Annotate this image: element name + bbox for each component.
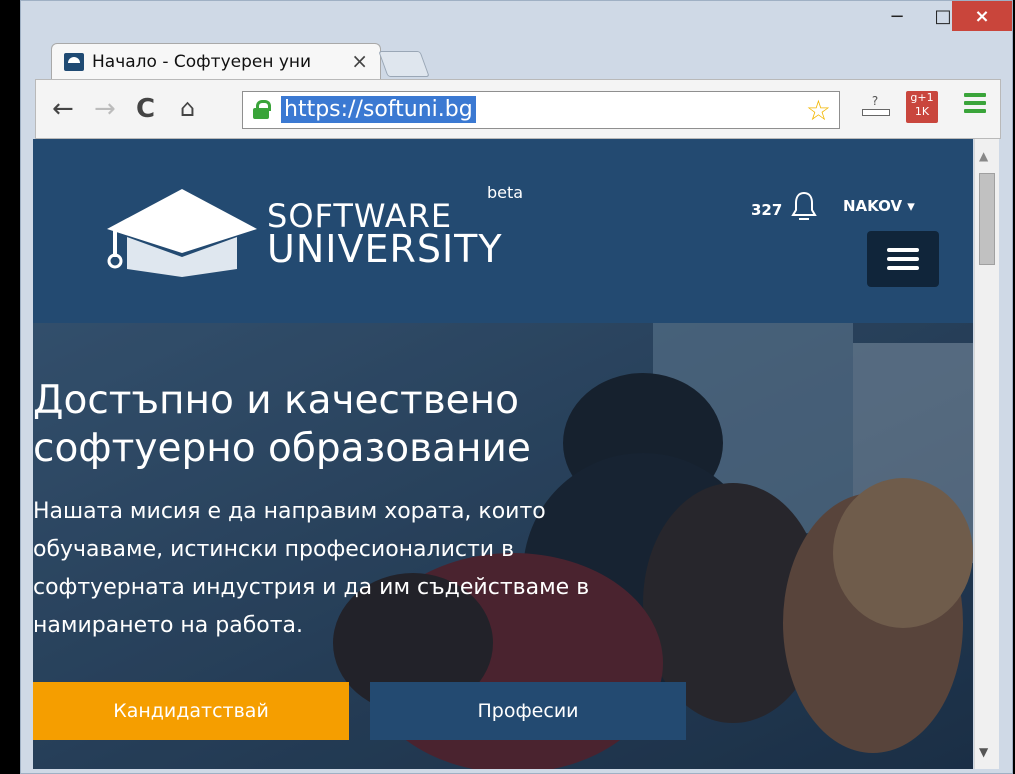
address-bar[interactable]: https://softuni.bg ☆ — [242, 91, 840, 129]
title-bar: Начало - Софтуерен уни × − □ × — [21, 1, 1012, 81]
beta-label: beta — [487, 183, 524, 202]
site-header: SOFTWARE UNIVERSITY beta 327 NAKOV ▾ — [33, 139, 973, 323]
close-window-button[interactable]: × — [952, 1, 1012, 31]
apply-button[interactable]: Кандидатствай — [33, 682, 349, 740]
vertical-scrollbar[interactable]: ▲ ▼ — [974, 139, 999, 769]
hero-mission-text: Нашата мисия е да направим хората, които… — [33, 499, 590, 638]
notifications-count[interactable]: 327 — [751, 201, 782, 219]
tab-active[interactable]: Начало - Софтуерен уни × — [51, 43, 381, 79]
hero-title: Достъпно и качествено софтуерно образова… — [33, 377, 653, 473]
download-icon[interactable]: ? — [862, 94, 890, 118]
lock-icon — [253, 100, 271, 119]
hero-title-line1: Достъпно и качествено — [33, 378, 520, 423]
tab-close-button[interactable]: × — [351, 49, 368, 73]
url-text[interactable]: https://softuni.bg — [281, 96, 476, 123]
graduation-cap-icon — [107, 189, 257, 277]
reload-button[interactable]: C — [136, 94, 155, 124]
minimize-button[interactable]: − — [874, 1, 920, 31]
star-icon[interactable]: ☆ — [806, 94, 831, 127]
page-viewport: SOFTWARE UNIVERSITY beta 327 NAKOV ▾ Дос… — [33, 139, 973, 769]
browser-window: Начало - Софтуерен уни × − □ × ← → C ⌂ h… — [20, 0, 1013, 774]
hero-title-line2: софтуерно образование — [33, 426, 531, 471]
scroll-down-icon[interactable]: ▼ — [979, 745, 988, 759]
scroll-up-icon[interactable]: ▲ — [979, 149, 988, 163]
home-button[interactable]: ⌂ — [180, 94, 195, 122]
favicon-icon — [64, 53, 84, 71]
scroll-thumb[interactable] — [979, 173, 995, 265]
bell-icon[interactable] — [791, 191, 817, 221]
tab-title: Начало - Софтуерен уни — [92, 52, 312, 72]
user-dropdown[interactable]: NAKOV ▾ — [843, 197, 915, 215]
site-menu-button[interactable] — [867, 231, 939, 287]
download-label: ? — [871, 94, 879, 108]
back-button[interactable]: ← — [52, 94, 74, 124]
professions-button[interactable]: Професии — [370, 682, 686, 740]
hamburger-menu-icon[interactable] — [964, 93, 986, 115]
hero-section: Достъпно и качествено софтуерно образова… — [33, 323, 973, 769]
logo-text-university: UNIVERSITY — [267, 227, 503, 271]
new-tab-button[interactable] — [378, 51, 430, 77]
browser-toolbar: ← → C ⌂ https://softuni.bg ☆ ? g+1 1K — [35, 79, 1001, 139]
gplus-extension-icon[interactable]: g+1 1K — [906, 91, 938, 123]
forward-button[interactable]: → — [94, 94, 116, 124]
softuni-logo[interactable]: SOFTWARE UNIVERSITY — [107, 187, 527, 277]
